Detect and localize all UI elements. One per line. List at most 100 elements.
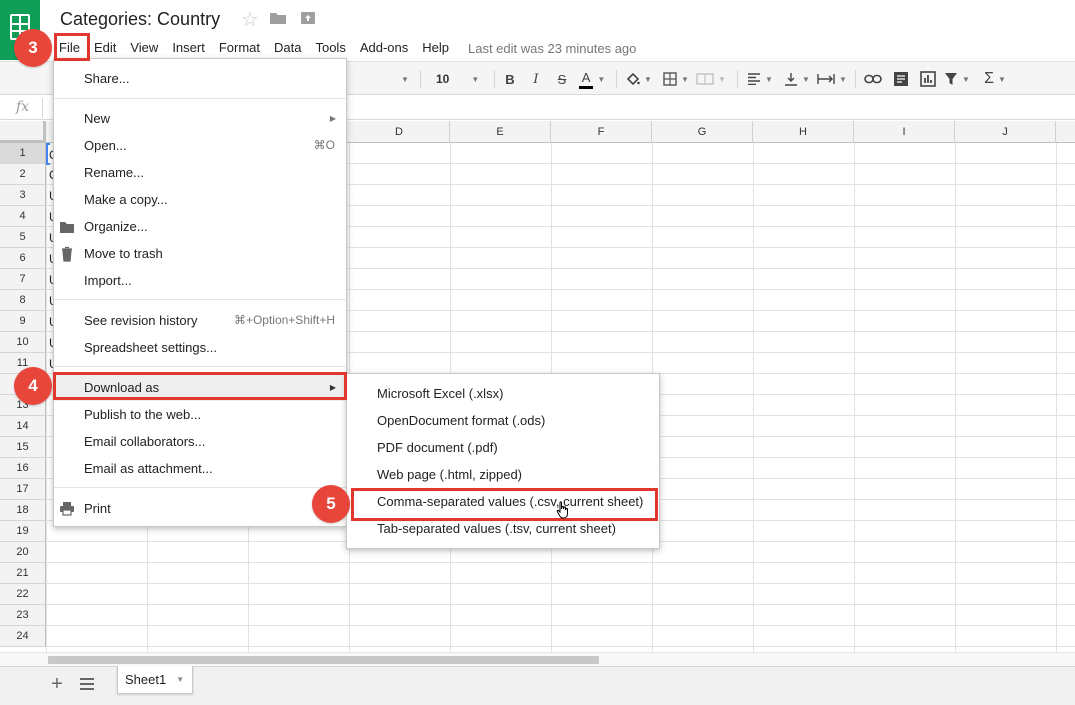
font-size-dropdown[interactable]: 10 ▼ — [436, 68, 488, 90]
row-header[interactable]: 9 — [0, 311, 46, 332]
menu-item-spreadsheet-settings[interactable]: Spreadsheet settings... — [54, 334, 346, 361]
bold-button[interactable]: B — [501, 68, 519, 90]
sheet-tab-sheet1[interactable]: Sheet1 ▼ — [117, 666, 194, 694]
submenu-item-xlsx[interactable]: Microsoft Excel (.xlsx) — [347, 380, 659, 407]
row-header[interactable]: 22 — [0, 584, 46, 605]
strikethrough-button[interactable]: S — [553, 68, 571, 90]
row-header[interactable]: 17 — [0, 479, 46, 500]
row-header[interactable]: 18 — [0, 500, 46, 521]
vertical-align-button[interactable]: ▼ — [782, 68, 812, 90]
column-header-d[interactable]: D — [349, 121, 450, 143]
menu-edit[interactable]: Edit — [87, 37, 123, 59]
fx-icon: fx — [16, 99, 30, 115]
align-bottom-icon — [785, 73, 798, 86]
borders-button[interactable]: ▼ — [662, 68, 690, 90]
last-edit-status[interactable]: Last edit was 23 minutes ago — [468, 41, 636, 56]
star-icon[interactable]: ☆ — [241, 10, 261, 30]
menu-format[interactable]: Format — [212, 37, 267, 59]
menu-item-rename[interactable]: Rename... — [54, 159, 346, 186]
menu-tools[interactable]: Tools — [308, 37, 352, 59]
merge-cells-button[interactable]: ▼ — [694, 68, 728, 90]
move-to-drive-icon[interactable] — [300, 10, 320, 30]
row-header[interactable]: 1 — [0, 143, 46, 164]
row-header[interactable]: 5 — [0, 227, 46, 248]
row-header[interactable]: 3 — [0, 185, 46, 206]
menu-item-publish[interactable]: Publish to the web... — [54, 401, 346, 428]
row-header[interactable]: 7 — [0, 269, 46, 290]
row-header[interactable]: 10 — [0, 332, 46, 353]
folder-icon[interactable] — [269, 10, 289, 30]
step-badge-5: 5 — [312, 485, 350, 523]
horizontal-scrollbar[interactable] — [0, 652, 1075, 666]
menu-divider — [54, 366, 346, 367]
column-header-j[interactable]: J — [955, 121, 1056, 143]
menu-view[interactable]: View — [123, 37, 165, 59]
fill-color-button[interactable]: ▼ — [624, 68, 654, 90]
row-header[interactable]: 14 — [0, 416, 46, 437]
menu-item-label: New — [84, 111, 111, 126]
highlight-download-as — [53, 372, 347, 400]
select-all-corner[interactable] — [0, 121, 46, 143]
row-header[interactable]: 4 — [0, 206, 46, 227]
horizontal-align-button[interactable]: ▼ — [745, 68, 775, 90]
chevron-down-icon[interactable]: ▼ — [176, 675, 184, 684]
download-as-submenu: Microsoft Excel (.xlsx) OpenDocument for… — [346, 373, 660, 549]
column-header-i[interactable]: I — [854, 121, 955, 143]
document-title[interactable]: Categories: Country — [60, 9, 220, 30]
menu-item-make-copy[interactable]: Make a copy... — [54, 186, 346, 213]
row-header[interactable]: 16 — [0, 458, 46, 479]
menu-item-revision-history[interactable]: See revision history ⌘+Option+Shift+H — [54, 307, 346, 334]
menu-item-open[interactable]: Open... ⌘O — [54, 132, 346, 159]
menu-divider — [54, 98, 346, 99]
insert-comment-button[interactable] — [890, 68, 912, 90]
menu-item-email-collaborators[interactable]: Email collaborators... — [54, 428, 346, 455]
column-header-e[interactable]: E — [450, 121, 551, 143]
submenu-item-ods[interactable]: OpenDocument format (.ods) — [347, 407, 659, 434]
row-header[interactable]: 15 — [0, 437, 46, 458]
menu-item-organize[interactable]: Organize... — [54, 213, 346, 240]
all-sheets-menu-icon[interactable] — [80, 678, 94, 690]
menu-insert[interactable]: Insert — [165, 37, 212, 59]
column-header-g[interactable]: G — [652, 121, 753, 143]
text-wrapping-button[interactable]: ▼ — [816, 68, 848, 90]
borders-icon — [663, 72, 677, 86]
row-header[interactable]: 20 — [0, 542, 46, 563]
toolbar-divider — [420, 70, 421, 88]
row-header[interactable]: 23 — [0, 605, 46, 626]
row-header[interactable]: 2 — [0, 164, 46, 185]
submenu-item-pdf[interactable]: PDF document (.pdf) — [347, 434, 659, 461]
menu-item-email-attachment[interactable]: Email as attachment... — [54, 455, 346, 482]
add-sheet-button[interactable]: + — [48, 674, 66, 694]
menu-divider — [54, 487, 346, 488]
insert-link-button[interactable] — [862, 68, 884, 90]
shortcut-hint: ⌘O — [313, 138, 335, 152]
menu-item-print[interactable]: Print — [54, 495, 346, 522]
menu-item-new[interactable]: New ▶ — [54, 105, 346, 132]
filter-icon — [945, 73, 958, 85]
functions-button[interactable]: Σ ▼ — [980, 68, 1010, 90]
menu-data[interactable]: Data — [267, 37, 308, 59]
column-header-h[interactable]: H — [753, 121, 854, 143]
menu-item-move-to-trash[interactable]: Move to trash — [54, 240, 346, 267]
row-header[interactable]: 24 — [0, 626, 46, 647]
menu-item-import[interactable]: Import... — [54, 267, 346, 294]
row-header[interactable]: 19 — [0, 521, 46, 542]
filter-button[interactable]: ▼ — [942, 68, 972, 90]
scrollbar-thumb[interactable] — [48, 656, 599, 664]
row-header[interactable]: 21 — [0, 563, 46, 584]
row-header[interactable]: 6 — [0, 248, 46, 269]
submenu-item-html[interactable]: Web page (.html, zipped) — [347, 461, 659, 488]
column-header-f[interactable]: F — [551, 121, 652, 143]
italic-button[interactable]: I — [527, 68, 545, 90]
menu-item-share[interactable]: Share... — [54, 65, 346, 92]
merge-cells-icon — [696, 73, 714, 85]
menu-help[interactable]: Help — [415, 37, 456, 59]
row-header[interactable]: 8 — [0, 290, 46, 311]
menu-add-ons[interactable]: Add-ons — [353, 37, 415, 59]
sum-icon: Σ — [984, 70, 994, 87]
step-badge-4: 4 — [14, 367, 52, 405]
insert-chart-button[interactable] — [917, 68, 939, 90]
text-color-letter: A — [578, 70, 594, 89]
text-color-button[interactable]: A ▼ — [577, 68, 607, 90]
font-family-dropdown[interactable]: ▼ — [396, 68, 410, 90]
